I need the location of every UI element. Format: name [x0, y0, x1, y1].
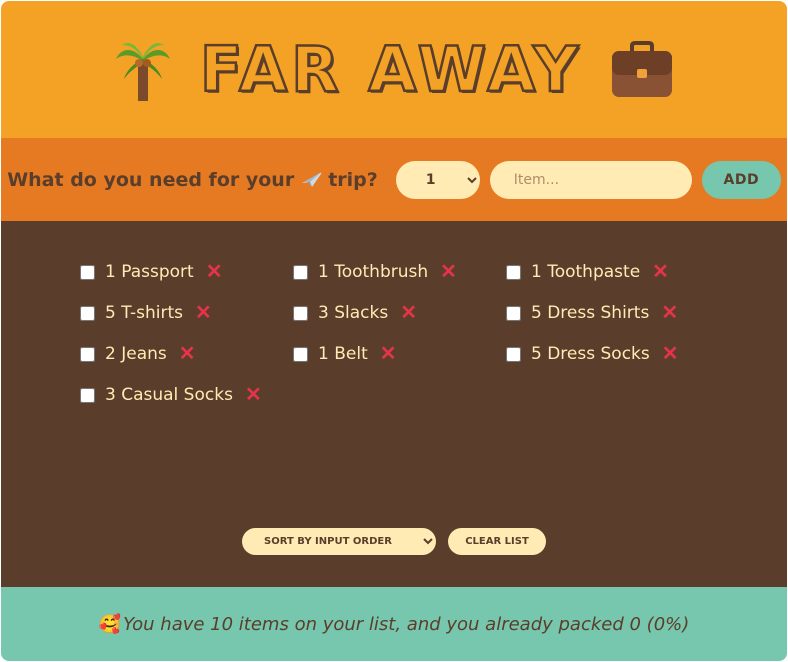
stats-text: You have 10 items on your list, and you …: [123, 613, 690, 635]
packed-checkbox[interactable]: [506, 305, 521, 321]
item-label: 1 Toothbrush: [318, 262, 429, 282]
header: FAR AWAY: [1, 1, 787, 138]
app-title: FAR AWAY: [199, 32, 583, 108]
items-grid: 1 Passport ✕ 1 Toothbrush ✕ 1 Toothpaste…: [79, 259, 718, 408]
list-item: 3 Casual Socks ✕: [79, 382, 292, 408]
question-text: What do you need for your: [7, 168, 295, 191]
delete-icon[interactable]: ✕: [400, 303, 417, 323]
stats-footer: 🥰 You have 10 items on your list, and yo…: [1, 587, 787, 661]
packed-checkbox[interactable]: [80, 264, 95, 280]
delete-icon[interactable]: ✕: [380, 344, 397, 364]
list-item: 1 Passport ✕: [79, 259, 292, 285]
item-label: 5 Dress Shirts: [531, 303, 650, 323]
packed-checkbox[interactable]: [293, 264, 308, 280]
add-button[interactable]: ADD: [701, 160, 781, 199]
delete-icon[interactable]: ✕: [440, 262, 457, 282]
item-label: 5 T-shirts: [105, 303, 184, 323]
packed-checkbox[interactable]: [80, 346, 95, 362]
delete-icon[interactable]: ✕: [662, 344, 679, 364]
list-item: 1 Toothpaste ✕: [505, 259, 718, 285]
clear-list-button[interactable]: CLEAR LIST: [448, 528, 546, 555]
list-item: 5 T-shirts ✕: [79, 300, 292, 326]
delete-icon[interactable]: ✕: [179, 344, 196, 364]
delete-icon[interactable]: ✕: [245, 385, 262, 405]
item-input[interactable]: [489, 160, 692, 199]
item-label: 3 Casual Socks: [105, 385, 233, 405]
smiling-face-with-hearts-icon: 🥰: [98, 613, 122, 635]
item-label: 3 Slacks: [318, 303, 389, 323]
quantity-select[interactable]: 1: [395, 160, 480, 199]
packed-checkbox[interactable]: [506, 346, 521, 362]
form-question: What do you need for your trip?: [7, 169, 378, 191]
list-item: 1 Belt ✕: [292, 341, 505, 367]
delete-icon[interactable]: ✕: [195, 303, 212, 323]
packed-checkbox[interactable]: [506, 264, 521, 280]
palm-tree-icon: [115, 42, 170, 101]
list-actions: SORT BY INPUT ORDER CLEAR LIST: [1, 528, 787, 555]
list-item: 5 Dress Shirts ✕: [505, 300, 718, 326]
packed-checkbox[interactable]: [293, 346, 308, 362]
app: FAR AWAY What do you need for your trip?…: [1, 1, 787, 661]
add-item-form: What do you need for your trip? 1 ADD: [1, 138, 787, 221]
packed-checkbox[interactable]: [80, 387, 95, 403]
delete-icon[interactable]: ✕: [206, 262, 223, 282]
list-item: 2 Jeans ✕: [79, 341, 292, 367]
item-label: 5 Dress Socks: [531, 344, 650, 364]
briefcase-icon: [612, 40, 673, 97]
question-end-text: trip?: [328, 168, 378, 191]
airplane-icon: [302, 172, 322, 187]
list-item: 5 Dress Socks ✕: [505, 341, 718, 367]
list-item: 1 Toothbrush ✕: [292, 259, 505, 285]
packed-checkbox[interactable]: [293, 305, 308, 321]
packing-list: 1 Passport ✕ 1 Toothbrush ✕ 1 Toothpaste…: [1, 221, 787, 587]
sort-select[interactable]: SORT BY INPUT ORDER: [242, 528, 436, 555]
item-label: 1 Passport: [105, 262, 194, 282]
item-label: 1 Belt: [318, 344, 368, 364]
list-item: 3 Slacks ✕: [292, 300, 505, 326]
delete-icon[interactable]: ✕: [661, 303, 678, 323]
item-label: 1 Toothpaste: [531, 262, 641, 282]
item-label: 2 Jeans: [105, 344, 167, 364]
delete-icon[interactable]: ✕: [652, 262, 669, 282]
packed-checkbox[interactable]: [80, 305, 95, 321]
